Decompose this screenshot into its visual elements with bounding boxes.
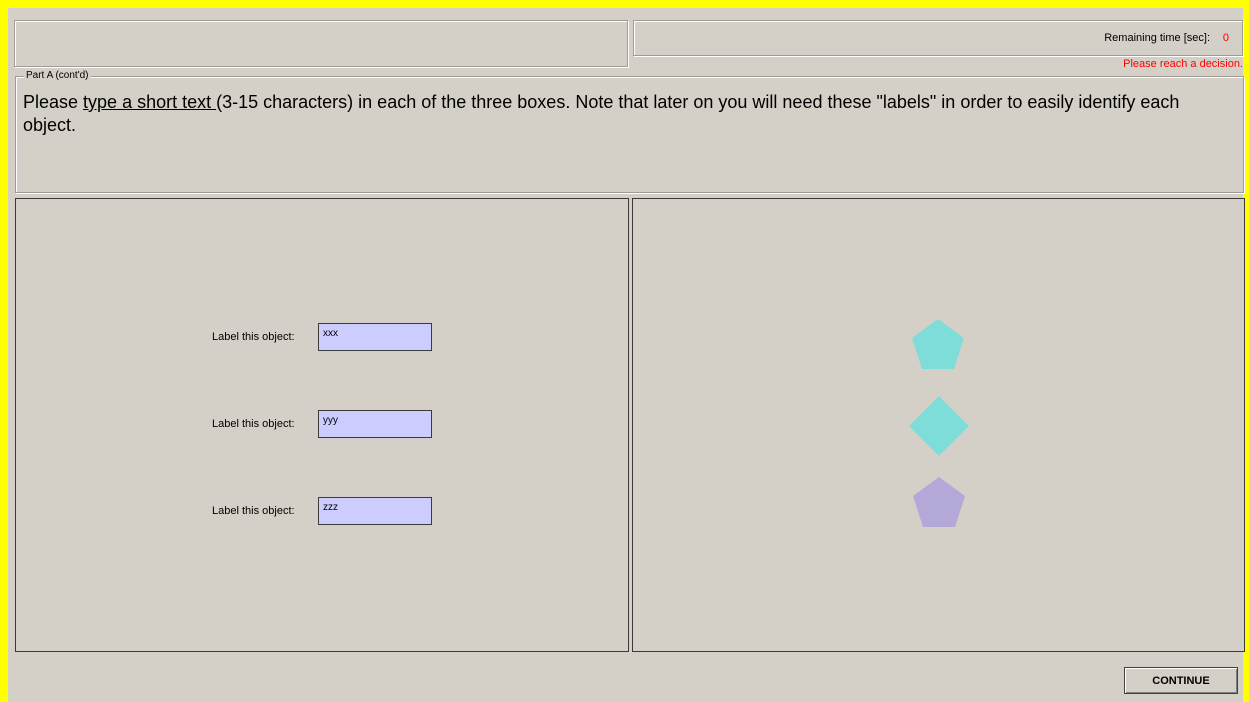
label-input-3[interactable] bbox=[318, 497, 432, 525]
yellow-frame-top bbox=[0, 0, 1249, 8]
header-left-panel bbox=[14, 20, 628, 67]
timer-panel: Remaining time [sec]: 0 bbox=[633, 20, 1243, 56]
label-prompt-2: Label this object: bbox=[212, 418, 295, 430]
decision-warning: Please reach a decision. bbox=[1123, 58, 1243, 70]
label-row-3: Label this object: bbox=[16, 497, 628, 527]
instruction-before: Please bbox=[23, 92, 84, 112]
label-prompt-3: Label this object: bbox=[212, 505, 295, 517]
label-input-2[interactable] bbox=[318, 410, 432, 438]
remaining-time-label: Remaining time [sec]: bbox=[1104, 32, 1210, 44]
instructions-text: Please type a short text (3-15 character… bbox=[23, 91, 1237, 137]
purple-pentagon-object bbox=[913, 477, 965, 527]
part-a-fieldset: Part A (cont'd) Please type a short text… bbox=[15, 70, 1244, 193]
part-a-legend: Part A (cont'd) bbox=[24, 70, 91, 81]
continue-button[interactable]: CONTINUE bbox=[1124, 667, 1238, 694]
remaining-time-value: 0 bbox=[1222, 32, 1229, 44]
yellow-frame-left bbox=[0, 0, 8, 702]
labeling-panel: Label this object: Label this object: La… bbox=[15, 198, 629, 652]
instruction-underlined: type a short text bbox=[83, 92, 217, 112]
label-prompt-1: Label this object: bbox=[212, 331, 295, 343]
objects-panel bbox=[632, 198, 1245, 652]
label-row-1: Label this object: bbox=[16, 323, 628, 353]
cyan-pentagon-object bbox=[912, 319, 964, 369]
label-row-2: Label this object: bbox=[16, 410, 628, 440]
cyan-diamond-object bbox=[909, 396, 969, 456]
label-input-1[interactable] bbox=[318, 323, 432, 351]
